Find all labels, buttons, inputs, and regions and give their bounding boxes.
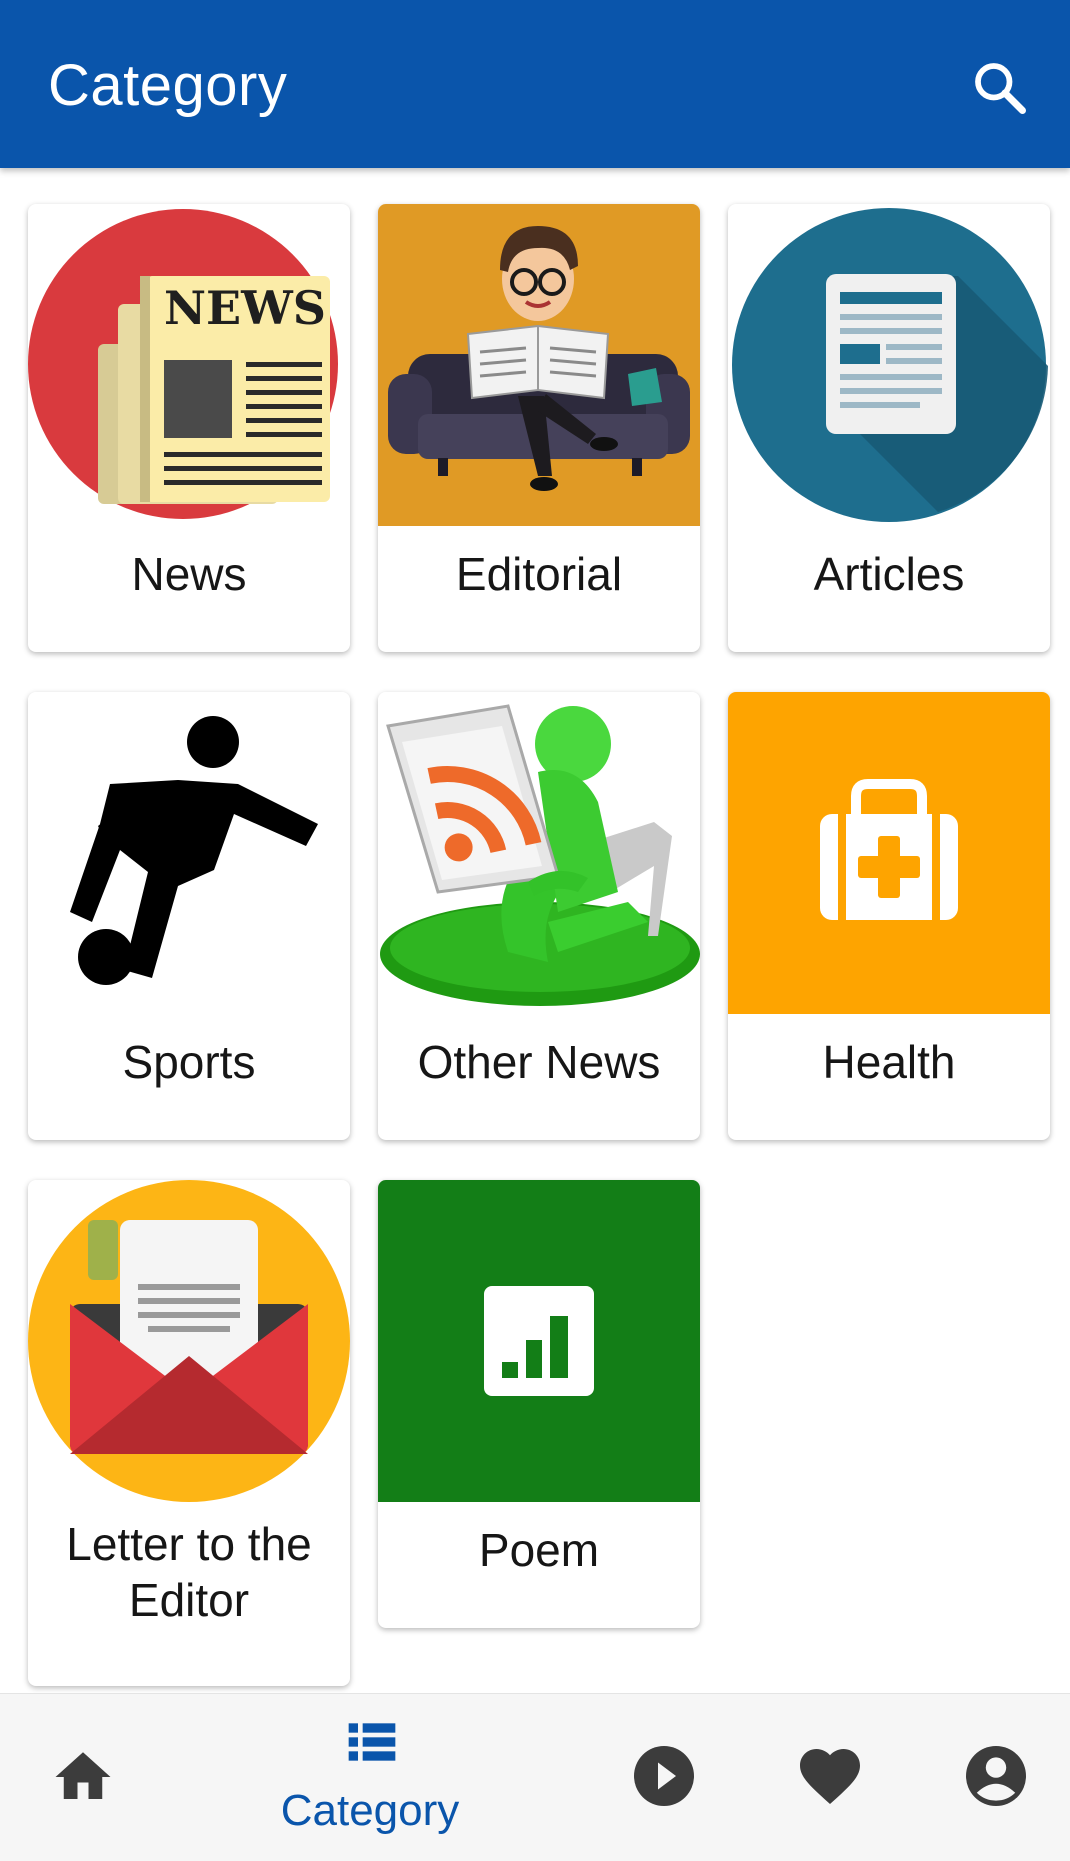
newspaper-icon: NEWS [28,204,350,526]
list-icon [348,1723,396,1761]
category-tile-news[interactable]: NEWS News [28,204,350,652]
envelope-letter-icon [28,1180,350,1502]
account-icon [966,1746,1026,1806]
medical-kit-icon [728,692,1050,1014]
app-bar: Category [0,0,1070,168]
home-icon [55,1752,111,1799]
category-grid: NEWS News Editorial Articles Sports Othe… [0,168,1070,1693]
category-label: Sports [122,1036,256,1088]
signal-bars-icon [378,1180,700,1502]
article-document-icon [728,204,1050,526]
nav-favorites[interactable] [786,1694,876,1861]
nav-account[interactable] [952,1694,1042,1861]
soccer-player-icon [28,692,350,1014]
play-icon [634,1746,694,1806]
category-tile-health[interactable]: Health [728,692,1050,1140]
heart-icon [800,1749,860,1805]
category-label: Poem [478,1524,600,1576]
nav-category[interactable]: Category [250,1694,490,1861]
category-tile-articles[interactable]: Articles [728,204,1050,652]
category-label: Other News [417,1036,661,1088]
search-button[interactable] [964,52,1036,124]
category-label: Letter to the Editor [66,1518,312,1626]
page-title: Category [48,53,288,118]
nav-home[interactable] [36,1694,132,1861]
search-icon [975,63,1026,114]
category-tile-letter-to-the-editor[interactable]: Letter to the Editor [28,1180,350,1686]
nav-category-label: Category [280,1786,460,1835]
category-label: Health [822,1036,956,1088]
bottom-navigation: Category [0,1693,1070,1861]
category-label: News [131,548,247,600]
category-label: Articles [813,548,965,600]
category-tile-editorial[interactable]: Editorial [378,204,700,652]
nav-play[interactable] [620,1694,710,1861]
svg-text:NEWS: NEWS [164,281,326,335]
man-reading-newspaper-icon [378,204,700,526]
rss-reader-icon [378,692,700,1014]
category-tile-other-news[interactable]: Other News [378,692,700,1140]
category-label: Editorial [455,548,623,600]
category-tile-poem[interactable]: Poem [378,1180,700,1628]
category-tile-sports[interactable]: Sports [28,692,350,1140]
